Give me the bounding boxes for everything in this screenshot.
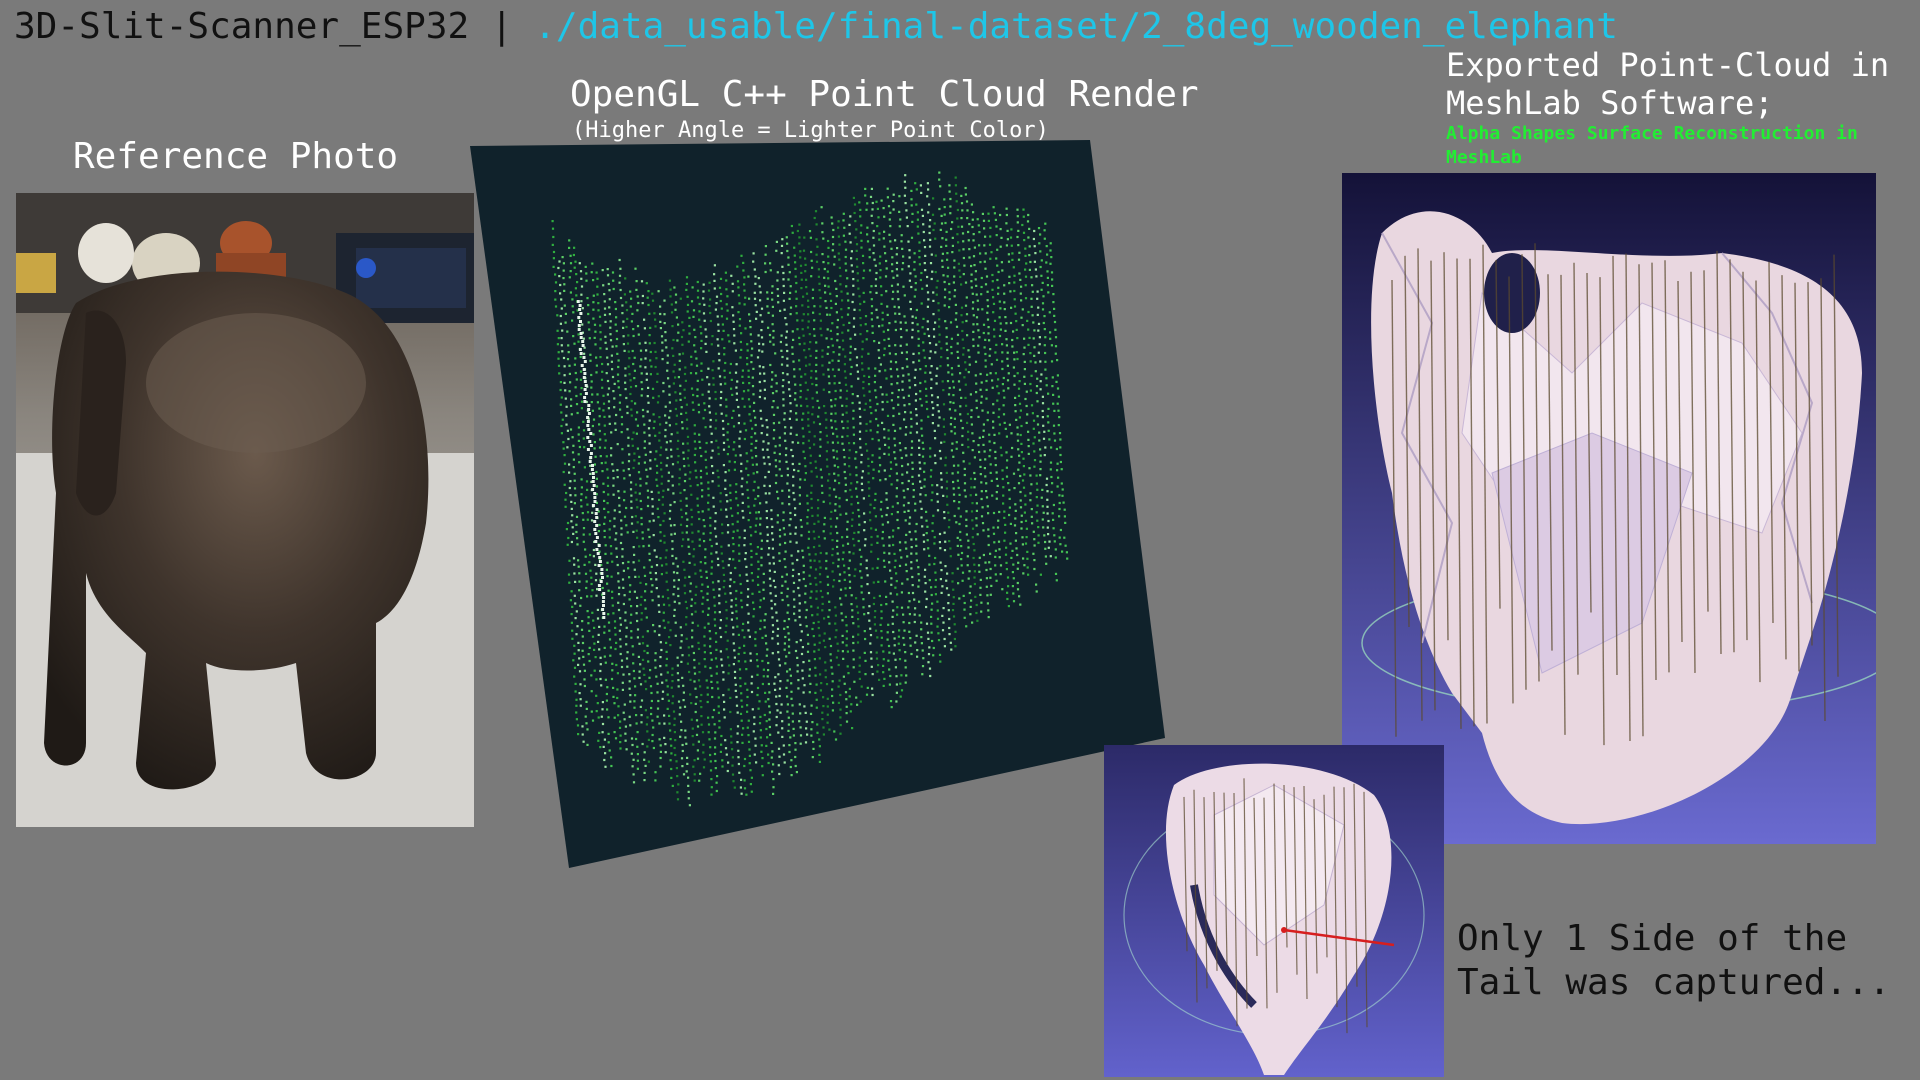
point-cloud-canvas — [470, 140, 1165, 868]
title-separator: | — [490, 6, 513, 47]
opengl-heading: OpenGL C++ Point Cloud Render — [570, 74, 1199, 115]
reference-heading: Reference Photo — [73, 136, 399, 177]
meshlab-render-tail — [1104, 745, 1444, 1077]
meshlab-subheading: Alpha Shapes Surface Reconstruction in M… — [1446, 123, 1858, 168]
meshlab-mesh-image — [1342, 173, 1876, 844]
point-cloud-render — [470, 140, 1170, 880]
reference-photo — [16, 193, 474, 827]
meshlab-render-main — [1342, 173, 1876, 844]
meshlab-heading: Exported Point-Cloud in MeshLab Software… — [1446, 46, 1890, 122]
page-title: 3D-Slit-Scanner_ESP32 | ./data_usable/fi… — [14, 6, 1618, 47]
elephant-photo-image — [16, 193, 474, 827]
meshlab-tail-image — [1104, 745, 1444, 1077]
project-name: 3D-Slit-Scanner_ESP32 — [14, 6, 470, 47]
dataset-path: ./data_usable/final-dataset/2_8deg_woode… — [534, 6, 1618, 47]
tail-note: Only 1 Side of the Tail was captured... — [1457, 918, 1891, 1003]
